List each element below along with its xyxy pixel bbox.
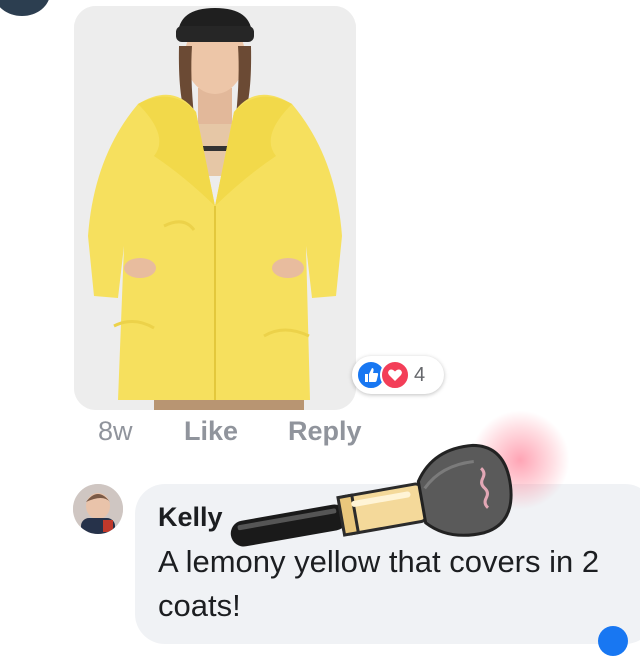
partial-reaction-icon (598, 626, 628, 656)
makeup-brush-icon (230, 443, 513, 547)
post-photo[interactable] (74, 6, 356, 410)
timestamp[interactable]: 8w (98, 416, 133, 447)
reaction-count: 4 (414, 363, 426, 386)
previous-commenter-avatar[interactable] (0, 0, 50, 16)
reaction-summary[interactable]: 4 (352, 356, 444, 394)
comment-author[interactable]: Kelly (158, 502, 223, 533)
comment-text: A lemony yellow that covers in 2 coats! (158, 544, 600, 623)
love-icon (380, 360, 410, 390)
commenter-avatar[interactable] (73, 484, 123, 534)
coat-illustration (74, 6, 356, 410)
